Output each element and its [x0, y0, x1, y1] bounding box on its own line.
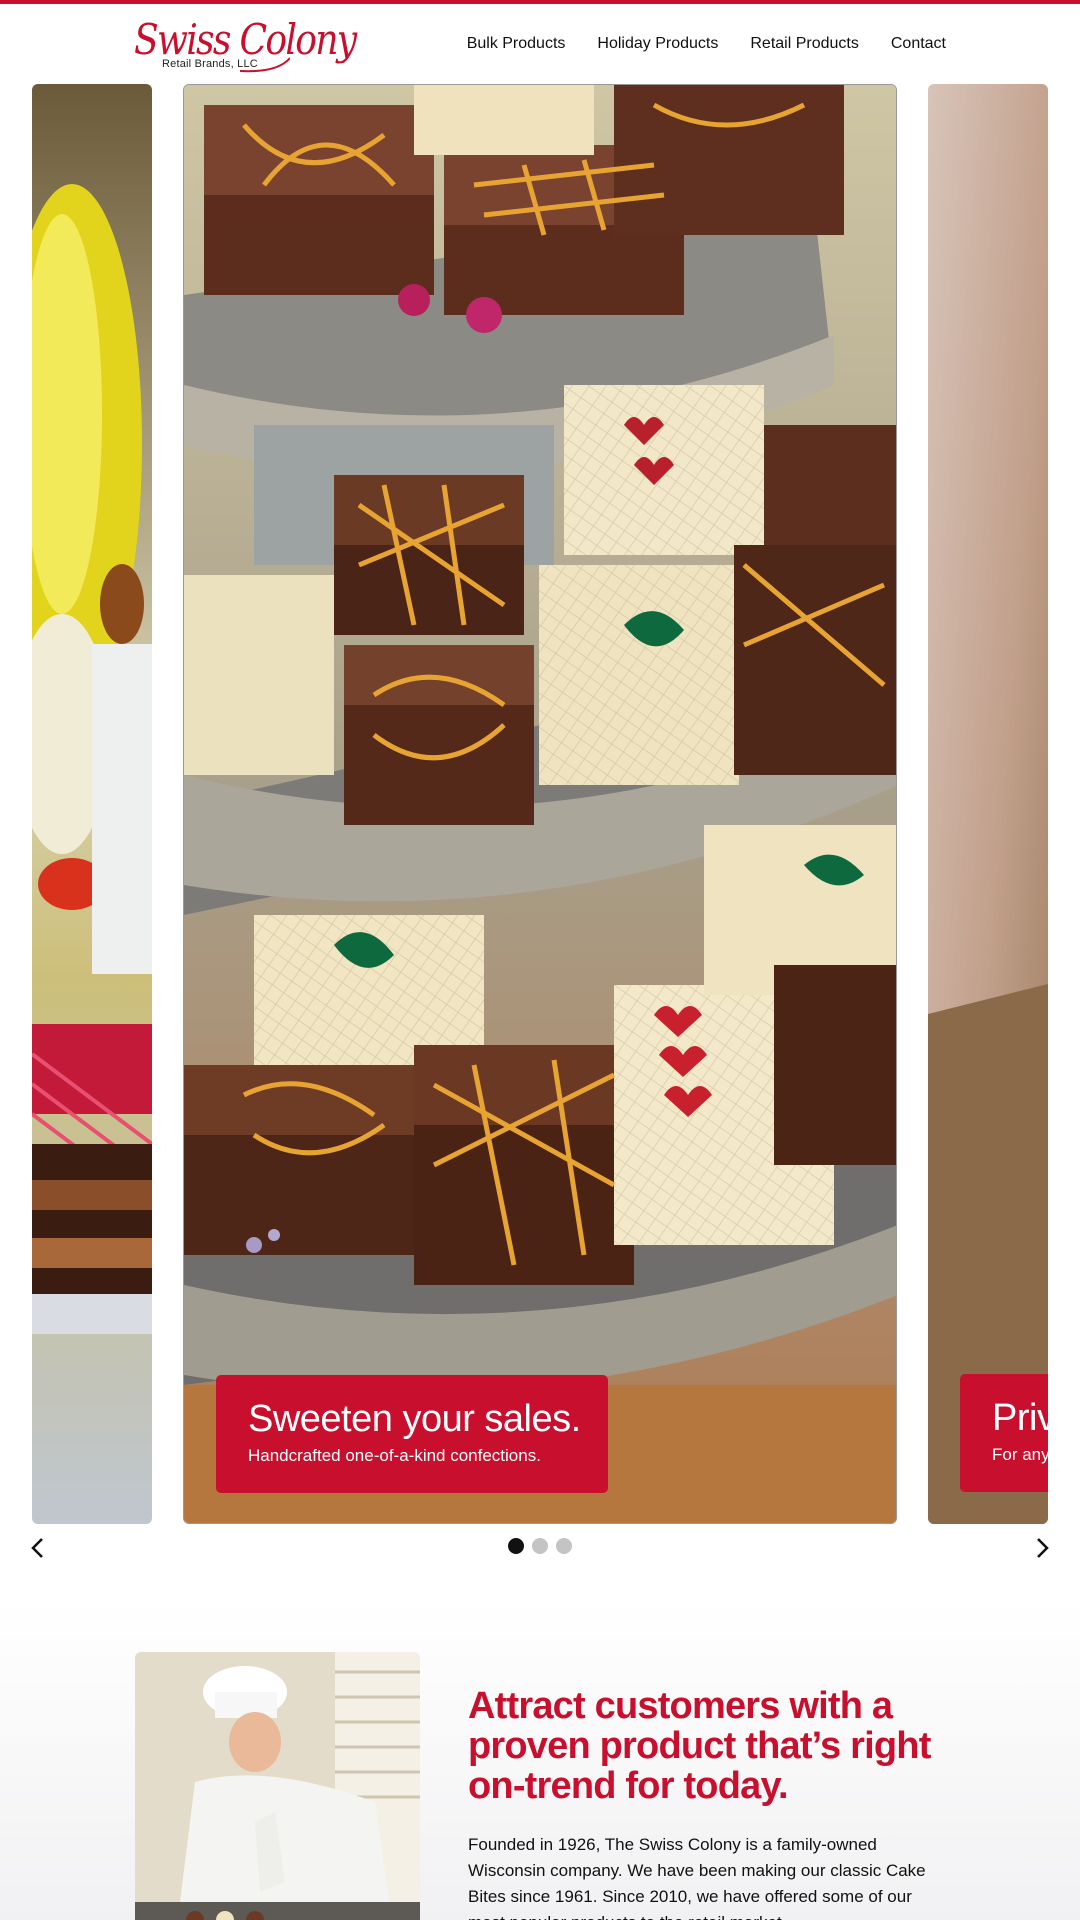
- carousel-prev-button[interactable]: [28, 1536, 48, 1560]
- about-section: Attract customers with a proven product …: [0, 1600, 1080, 1920]
- next-slide-caption-subtitle: For any: [992, 1445, 1048, 1464]
- next-slide-caption: Priv For any: [960, 1374, 1048, 1492]
- cake-bites-photo: [184, 85, 896, 1523]
- next-slide-caption-title: Priv: [992, 1397, 1048, 1439]
- hero-carousel: Sweeten your sales. Handcrafted one-of-a…: [0, 84, 1080, 1524]
- slide-caption: Sweeten your sales. Handcrafted one-of-a…: [216, 1375, 608, 1493]
- logo-subtitle: Retail Brands, LLC: [162, 58, 258, 70]
- nav-holiday-products[interactable]: Holiday Products: [597, 34, 718, 54]
- cake-photo: [32, 84, 152, 1524]
- chevron-right-icon: [1037, 1538, 1049, 1558]
- slide-caption-subtitle: Handcrafted one-of-a-kind confections.: [248, 1446, 541, 1465]
- next-slide-photo: [928, 84, 1048, 1524]
- nav-contact[interactable]: Contact: [891, 34, 946, 54]
- carousel-dot-3[interactable]: [556, 1538, 572, 1554]
- carousel-dot-2[interactable]: [532, 1538, 548, 1554]
- about-heading: Attract customers with a proven product …: [468, 1685, 931, 1807]
- about-paragraph: Founded in 1926, The Swiss Colony is a f…: [468, 1835, 926, 1920]
- carousel-slide-next[interactable]: Priv For any: [928, 84, 1048, 1524]
- carousel-slide-previous[interactable]: [32, 84, 152, 1524]
- carousel-pagination: [508, 1538, 572, 1554]
- slide-caption-title: Sweeten your sales.: [248, 1398, 581, 1440]
- swiss-colony-logo[interactable]: Swiss Colony Retail Brands, LLC: [134, 18, 357, 74]
- carousel-slide-current[interactable]: Sweeten your sales. Handcrafted one-of-a…: [183, 84, 897, 1524]
- site-header: Swiss Colony Retail Brands, LLC Bulk Pro…: [0, 4, 1080, 82]
- chef-photo: [135, 1652, 420, 1920]
- carousel-next-button[interactable]: [1032, 1536, 1052, 1560]
- main-nav: Bulk Products Holiday Products Retail Pr…: [435, 34, 946, 54]
- nav-retail-products[interactable]: Retail Products: [750, 34, 859, 54]
- carousel-dot-1[interactable]: [508, 1538, 524, 1554]
- chevron-left-icon: [31, 1538, 43, 1558]
- nav-bulk-products[interactable]: Bulk Products: [467, 34, 566, 54]
